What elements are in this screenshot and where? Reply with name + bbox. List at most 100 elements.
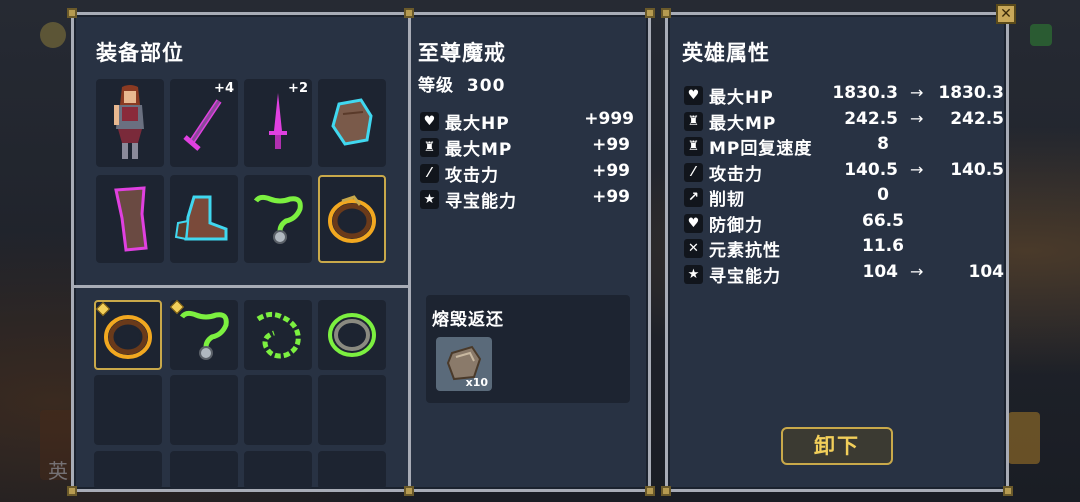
hero-stats-panel: 英雄属性 ♥ 最大HP 1830.3 → 1830.3 ♜ 最大MP 242.5 → 242.5 ♜… [661, 8, 1013, 496]
equip-slot-necklace[interactable] [244, 175, 312, 263]
background-hud-right [1008, 412, 1040, 464]
equip-slot-legs[interactable] [96, 175, 164, 263]
smelt-title: 熔毁返还 [432, 310, 504, 330]
hero-stat-row: ♥ 防御力 [684, 211, 763, 236]
inventory-slot-3[interactable] [244, 300, 312, 370]
panel-corner-ornament [645, 486, 655, 496]
hero-stat-row: ♜ 最大MP [684, 109, 776, 134]
star-icon: ★ [420, 190, 439, 209]
hero-stat-next: 104 [968, 261, 1005, 282]
background-text: 英 [48, 459, 68, 483]
equip-panel-title: 装备部位 [96, 41, 184, 65]
star-icon: ★ [684, 264, 703, 284]
item-stat-name: 寻宝能力 [445, 192, 517, 212]
inventory-slot-7[interactable] [244, 375, 312, 445]
hero-stat-current: 11.6 [862, 236, 904, 256]
hero-stat-current: 8 [877, 134, 889, 154]
settings-gear-icon [40, 22, 66, 48]
inventory-slot-12[interactable] [318, 451, 386, 489]
hero-stat-current: 104 [862, 261, 899, 282]
hero-stat-name: 最大HP [709, 88, 774, 108]
hero-stat-name: 元素抗性 [709, 241, 781, 261]
hero-stat-current: 0 [877, 185, 889, 205]
hero-stat-current: 140.5 [844, 159, 898, 180]
inventory-slot-5[interactable] [94, 375, 162, 445]
smelt-return-panel: 熔毁返还 x10 [426, 295, 630, 403]
add-icon [1030, 24, 1052, 46]
smelt-reward-slot[interactable]: x10 [436, 337, 492, 391]
potion-icon: ♜ [420, 138, 439, 157]
item-stat-value: +99 [592, 135, 630, 155]
arrow-right-icon: → [910, 159, 924, 179]
magenta-leggings-icon [114, 186, 148, 252]
equip-slot-offhand[interactable]: +2 [244, 79, 312, 167]
inventory-slot-2[interactable] [169, 299, 238, 370]
hero-stat-next: 242.5 [950, 108, 1004, 129]
panel-corner-ornament [1003, 486, 1013, 496]
item-name: 至尊魔戒 [418, 41, 506, 65]
green-chain-icon [256, 311, 301, 359]
item-stat-row: ♜ 最大MP [420, 135, 512, 160]
hero-stat-row: ✕ 元素抗性 [684, 236, 781, 261]
magenta-sword-icon [183, 99, 222, 151]
inventory-slot-4[interactable] [318, 300, 386, 370]
potion-icon: ♜ [684, 111, 703, 131]
gold-ring-icon [104, 315, 152, 359]
hero-stat-row: ♥ 最大HP [684, 83, 774, 108]
hero-stat-row: ♜ MP回复速度 [684, 134, 812, 159]
equipment-panel: 装备部位 +4 +2 至尊魔戒 等级 300 ♥ 最大HP +999 ♜ 最大M… [67, 8, 655, 496]
unequip-button[interactable]: 卸下 [781, 427, 893, 465]
item-level-label: 等级 [418, 76, 454, 96]
item-stat-value: +99 [592, 161, 630, 181]
arrow-right-icon: → [910, 261, 924, 281]
panel-divider-horizontal [74, 285, 408, 288]
hero-stat-next: 1830.3 [938, 83, 1004, 103]
hero-stat-row: ↗ 削韧 [684, 185, 745, 210]
hero-stat-name: 防御力 [709, 215, 763, 236]
inventory-slot-1[interactable] [94, 300, 162, 370]
inventory-slot-10[interactable] [170, 451, 238, 489]
hero-stat-current: 242.5 [844, 108, 898, 129]
arrow-right-icon: → [910, 83, 924, 102]
hero-panel-title: 英雄属性 [682, 41, 770, 65]
equip-slot-weapon[interactable]: +4 [170, 79, 238, 167]
hero-stat-name: 最大MP [709, 113, 777, 134]
hero-stat-row: ⁄ 攻击力 [684, 160, 763, 185]
cross-swords-icon: ✕ [684, 239, 703, 258]
hero-stat-name: MP回复速度 [709, 139, 813, 159]
heart-icon: ♥ [684, 86, 703, 105]
equip-slot-hero[interactable] [96, 79, 164, 167]
sword-icon: ⁄ [420, 164, 439, 183]
green-ring-icon [328, 313, 376, 357]
cyan-boots-icon [174, 195, 228, 241]
panel-corner-ornament [67, 486, 77, 496]
panel-corner-ornament [661, 8, 671, 18]
close-button[interactable]: ✕ [996, 4, 1016, 24]
item-stat-value: +99 [592, 187, 630, 207]
axe-icon: ↗ [684, 188, 703, 207]
inventory-slot-9[interactable] [94, 451, 162, 489]
inventory-slot-6[interactable] [170, 375, 238, 445]
inventory-slot-11[interactable] [244, 451, 312, 489]
equip-slot-boots[interactable] [170, 175, 238, 263]
item-stat-row: ★ 寻宝能力 [420, 187, 517, 212]
equip-slot-ring[interactable] [318, 175, 386, 263]
gold-ring-icon [328, 195, 376, 243]
hero-stat-next: 140.5 [950, 159, 1004, 180]
item-stat-name: 最大MP [445, 140, 513, 160]
hero-stat-name: 攻击力 [709, 164, 763, 185]
equip-slot-gloves[interactable] [318, 79, 386, 167]
smelt-reward-count: x10 [465, 376, 488, 389]
item-level: 等级 300 [418, 71, 505, 96]
heart-icon: ♥ [420, 112, 439, 131]
panel-corner-ornament [404, 486, 414, 496]
green-necklace-icon [179, 310, 229, 360]
arrow-right-icon: → [910, 108, 924, 128]
item-stat-name: 攻击力 [445, 166, 499, 186]
item-level-value: 300 [466, 76, 506, 96]
panel-corner-ornament [661, 486, 671, 496]
panel-corner-ornament [404, 8, 414, 18]
panel-corner-ornament [67, 8, 77, 18]
inventory-slot-8[interactable] [318, 375, 386, 445]
panel-corner-ornament [645, 8, 655, 18]
